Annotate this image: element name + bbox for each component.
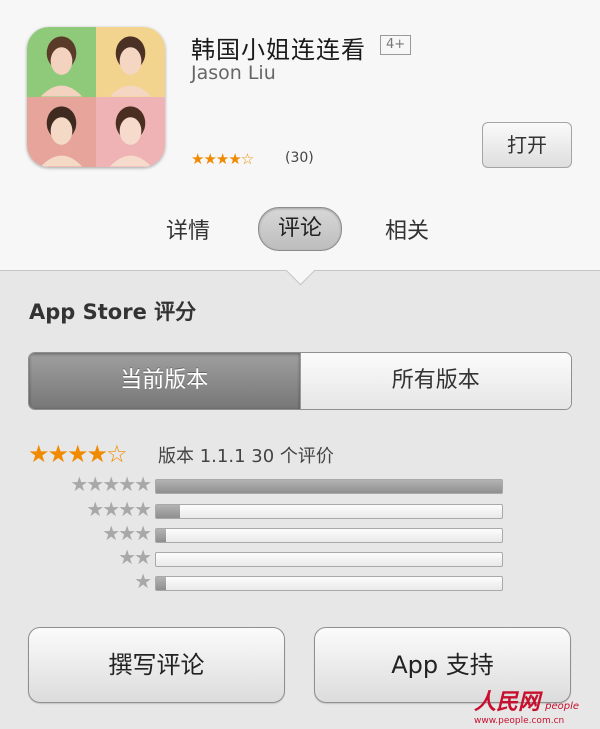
rating-row-2: ★★ <box>28 545 503 569</box>
icon-portrait-1 <box>27 27 96 97</box>
watermark-latin: people <box>545 701 580 712</box>
rating-row-3: ★★★ <box>28 521 503 545</box>
icon-portrait-3 <box>27 97 96 167</box>
app-title: 韩国小姐连连看 <box>191 36 366 64</box>
rating-bar-fill <box>156 480 502 493</box>
summary-stars: ★★★★☆ <box>28 440 128 468</box>
app-icon[interactable] <box>27 27 165 167</box>
version-segmented-control: 当前版本 所有版本 <box>28 352 572 410</box>
rating-stars: ★★★★☆ <box>191 150 254 168</box>
rating-bar-track <box>155 504 503 519</box>
rating-row-4: ★★★★ <box>28 497 503 521</box>
watermark-logo: 人民网 people www.people.com.cn <box>474 684 594 726</box>
rating-bar-fill <box>156 505 181 518</box>
star-label-2: ★★ <box>118 545 152 569</box>
rating-bar-fill <box>156 529 167 542</box>
star-label-3: ★★★ <box>102 521 152 545</box>
rating-stars-filled: ★★★★ <box>191 150 242 168</box>
tab-related[interactable]: 相关 <box>385 213 429 245</box>
rating-bar-track <box>155 528 503 543</box>
age-rating-badge: 4+ <box>380 35 412 55</box>
summary-stars-filled: ★★★★ <box>28 440 108 468</box>
segment-all-versions[interactable]: 所有版本 <box>299 353 571 409</box>
rating-bar-fill <box>156 577 167 590</box>
developer-name[interactable]: Jason Liu <box>191 62 276 84</box>
rating-bar-track <box>155 576 503 591</box>
watermark-url: www.people.com.cn <box>474 716 565 726</box>
tab-details[interactable]: 详情 <box>166 213 210 245</box>
rating-count: (30) <box>285 150 314 166</box>
open-button[interactable]: 打开 <box>482 122 572 168</box>
star-label-1: ★ <box>134 569 152 593</box>
icon-portrait-4 <box>96 97 165 167</box>
version-summary: 版本 1.1.1 30 个评价 <box>158 446 334 467</box>
segment-current-version[interactable]: 当前版本 <box>29 353 300 409</box>
rating-row-1: ★ <box>28 569 503 593</box>
rating-row-5: ★★★★★ <box>28 472 503 496</box>
star-label-5: ★★★★★ <box>70 472 152 496</box>
rating-bar-track <box>155 552 503 567</box>
star-label-4: ★★★★ <box>86 497 152 521</box>
watermark-brand: 人民网 <box>474 689 541 715</box>
tab-reviews[interactable]: 评论 <box>258 207 342 251</box>
summary-stars-half: ☆ <box>106 440 127 468</box>
icon-portrait-2 <box>96 27 165 97</box>
rating-bar-track <box>155 479 503 494</box>
ratings-section-title: App Store 评分 <box>29 300 197 324</box>
write-review-button[interactable]: 撰写评论 <box>28 627 285 703</box>
rating-stars-half: ☆ <box>240 150 254 168</box>
